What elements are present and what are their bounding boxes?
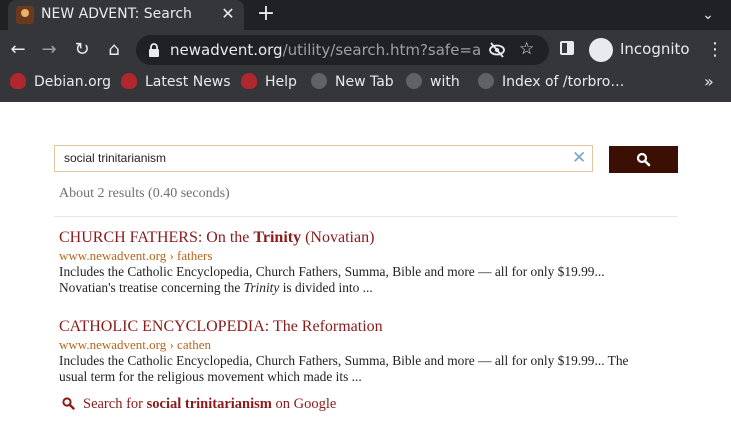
- result-title-text: (Novatian): [301, 229, 375, 246]
- reload-button[interactable]: ↻: [70, 38, 94, 62]
- tab-strip: NEW ADVENT: Search ✕ + ⌄: [0, 0, 731, 30]
- tab-title: NEW ADVENT: Search: [41, 6, 192, 22]
- bookmark-item[interactable]: New Tab: [311, 73, 394, 93]
- url-host: newadvent.org: [170, 41, 283, 59]
- snippet-text: is divided into ...: [279, 280, 373, 295]
- debian-icon: [121, 73, 137, 89]
- google-link-query: social trinitarianism: [146, 396, 272, 412]
- tab-active[interactable]: NEW ADVENT: Search ✕: [8, 0, 244, 30]
- snippet-line: Novatian's treatise concerning the Trini…: [59, 280, 679, 296]
- incognito-icon[interactable]: [589, 38, 613, 62]
- search-query[interactable]: social trinitarianism: [64, 151, 166, 165]
- globe-icon: [406, 73, 422, 89]
- forward-button[interactable]: →: [37, 38, 61, 62]
- globe-icon: [311, 73, 327, 89]
- url-text[interactable]: newadvent.org/utility/search.htm?safe=a…: [170, 41, 480, 59]
- url-path: /utility/search.htm?safe=a…: [282, 41, 480, 59]
- bookmark-label: New Tab: [335, 74, 394, 90]
- bookmark-item[interactable]: Index of /torbro…: [478, 73, 624, 93]
- bookmark-star-icon[interactable]: ☆: [519, 39, 534, 59]
- page-content: social trinitarianism ✕ About 2 results …: [0, 102, 731, 446]
- bookmark-label: Index of /torbro…: [502, 74, 625, 90]
- bookmarks-overflow-button[interactable]: »: [704, 72, 714, 91]
- result-title-highlight: Trinity: [253, 229, 302, 246]
- bookmark-item[interactable]: Debian.org: [10, 73, 111, 93]
- clear-search-icon[interactable]: ✕: [572, 148, 586, 168]
- bookmark-item[interactable]: Help: [241, 73, 297, 93]
- result-title-link[interactable]: CATHOLIC ENCYCLOPEDIA: The Reformation: [59, 317, 679, 337]
- close-tab-icon[interactable]: ✕: [218, 4, 238, 24]
- globe-icon: [478, 73, 494, 89]
- bookmark-label: Help: [265, 74, 297, 90]
- search-button[interactable]: [609, 146, 678, 173]
- search-result: CATHOLIC ENCYCLOPEDIA: The Reformation w…: [59, 317, 679, 385]
- search-result: CHURCH FATHERS: On the Trinity (Novatian…: [59, 228, 679, 296]
- search-icon: [62, 397, 75, 410]
- browser-menu-button[interactable]: ⋮: [706, 38, 724, 62]
- debian-icon: [10, 73, 26, 89]
- side-panel-icon[interactable]: [560, 41, 574, 55]
- divider: [54, 216, 678, 217]
- bookmark-item[interactable]: with: [406, 73, 460, 93]
- bookmark-label: Latest News: [145, 74, 231, 90]
- bookmark-label: with: [430, 74, 460, 90]
- newadvent-favicon-icon: [16, 6, 34, 24]
- address-bar[interactable]: newadvent.org/utility/search.htm?safe=a……: [136, 35, 549, 65]
- snippet-line: Includes the Catholic Encyclopedia, Chur…: [59, 353, 629, 368]
- snippet-highlight: Trinity: [243, 280, 280, 295]
- back-button[interactable]: ←: [6, 38, 30, 62]
- eye-off-icon[interactable]: [488, 41, 506, 59]
- new-tab-button[interactable]: +: [255, 3, 277, 25]
- home-button[interactable]: ⌂: [102, 38, 126, 62]
- snippet-line: usual term for the religious movement wh…: [59, 369, 362, 384]
- result-snippet: Includes the Catholic Encyclopedia, Chur…: [59, 353, 679, 385]
- bookmark-label: Debian.org: [34, 74, 112, 90]
- debian-icon: [241, 73, 257, 89]
- result-snippet: Includes the Catholic Encyclopedia, Chur…: [59, 264, 679, 296]
- google-link-text: on Google: [271, 396, 337, 412]
- result-url: www.newadvent.org › cathen: [59, 337, 211, 352]
- search-on-google-link[interactable]: Search for social trinitarianism on Goog…: [62, 396, 336, 413]
- lock-icon: [149, 43, 159, 57]
- search-icon: [636, 152, 651, 167]
- browser-chrome: NEW ADVENT: Search ✕ + ⌄ ← → ↻ ⌂ newadve…: [0, 0, 731, 102]
- snippet-text: Novatian's treatise concerning the: [59, 280, 244, 295]
- result-title-link[interactable]: CHURCH FATHERS: On the Trinity (Novatian…: [59, 228, 679, 248]
- snippet-line: Includes the Catholic Encyclopedia, Chur…: [59, 264, 605, 279]
- bookmark-item[interactable]: Latest News: [121, 73, 231, 93]
- incognito-label[interactable]: Incognito: [620, 40, 690, 58]
- result-title-text: CHURCH FATHERS: On the: [59, 229, 254, 246]
- result-url: www.newadvent.org › fathers: [59, 248, 213, 263]
- search-input[interactable]: social trinitarianism ✕: [54, 145, 593, 172]
- result-stats: About 2 results (0.40 seconds): [59, 186, 230, 201]
- google-link-text: Search for: [83, 396, 147, 412]
- tab-search-button[interactable]: ⌄: [698, 5, 718, 25]
